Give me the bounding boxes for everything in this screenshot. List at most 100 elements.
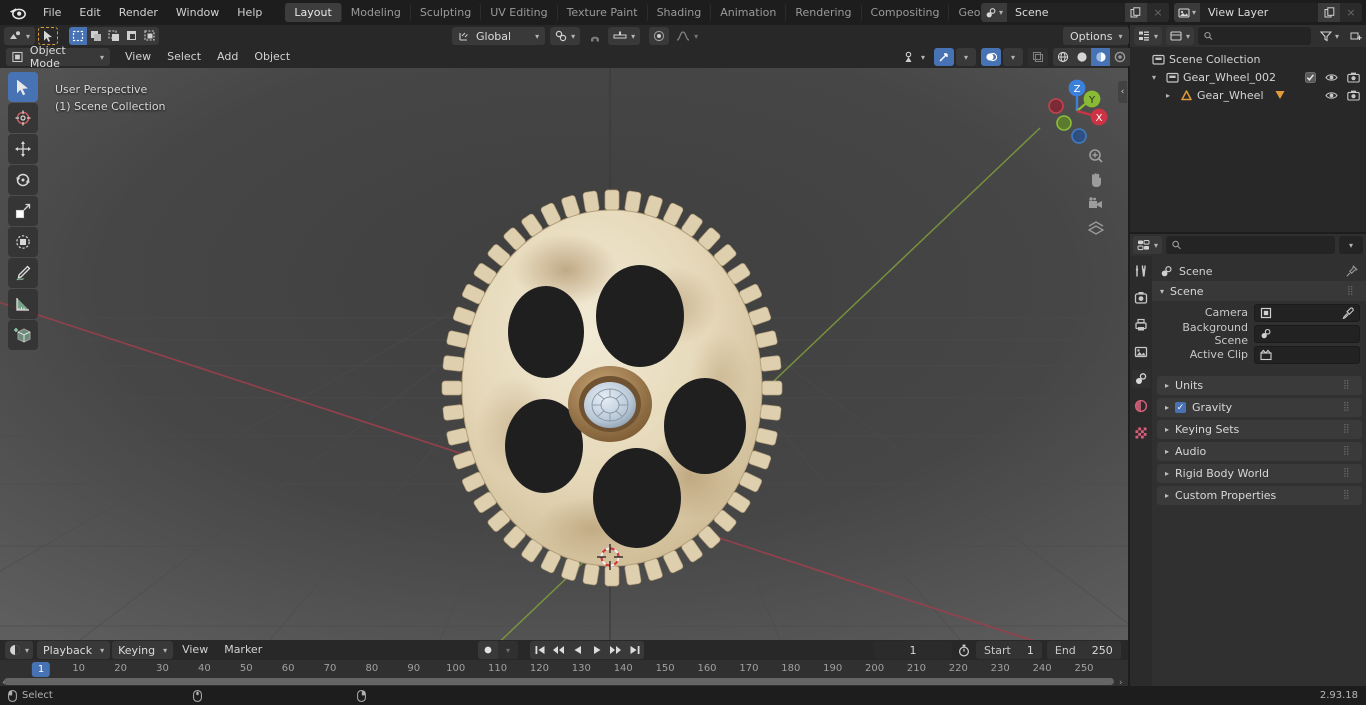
move-tool-button[interactable] bbox=[8, 134, 38, 164]
add-cube-tool-button[interactable] bbox=[8, 320, 38, 350]
outliner-row-gear_wheel_002[interactable]: ▾ Gear_Wheel_002 bbox=[1130, 68, 1366, 86]
next-keyframe-button[interactable] bbox=[606, 641, 625, 659]
viewport-menu-view[interactable]: View bbox=[118, 48, 158, 66]
properties-panel-keying-sets[interactable]: ▸ Keying Sets ⣿ bbox=[1157, 420, 1362, 439]
scene-icon[interactable]: ▾ bbox=[980, 3, 1007, 22]
prev-keyframe-button[interactable] bbox=[549, 641, 568, 659]
sidebar-collapse-arrow[interactable]: ‹ bbox=[1118, 81, 1127, 103]
workspace-tab-texture-paint[interactable]: Texture Paint bbox=[558, 3, 648, 22]
scene-id-block[interactable]: ▾ Scene × bbox=[980, 3, 1169, 22]
workspace-tab-uv-editing[interactable]: UV Editing bbox=[481, 3, 558, 22]
outliner-exclude-checkbox[interactable] bbox=[1305, 71, 1316, 83]
select-intersect-icon[interactable] bbox=[141, 27, 160, 45]
jump-to-start-button[interactable] bbox=[530, 641, 549, 659]
workspace-tab-sculpting[interactable]: Sculpting bbox=[411, 3, 482, 22]
cursor-tool-button[interactable] bbox=[8, 103, 38, 133]
proportional-edit-icon[interactable] bbox=[649, 27, 670, 45]
outliner-render-camera-icon[interactable] bbox=[1347, 72, 1360, 83]
tweak-tool-button[interactable] bbox=[8, 72, 38, 102]
jump-to-end-button[interactable] bbox=[625, 641, 644, 659]
outliner-search-input[interactable] bbox=[1198, 27, 1311, 45]
select-extend-icon[interactable] bbox=[87, 27, 106, 45]
scene-tab[interactable] bbox=[1132, 370, 1150, 388]
scene-field-background-scene-input[interactable] bbox=[1254, 324, 1360, 343]
workspace-tab-modeling[interactable]: Modeling bbox=[342, 3, 411, 22]
timeline-menu-playback[interactable]: Playback ▾ bbox=[37, 641, 111, 659]
viewport-menu-add[interactable]: Add bbox=[210, 48, 245, 66]
properties-search-input[interactable] bbox=[1166, 236, 1335, 254]
timeline-menu-keying[interactable]: Keying ▾ bbox=[112, 641, 174, 659]
outliner-render-camera-icon[interactable] bbox=[1347, 90, 1360, 101]
outliner-expander[interactable]: ▾ bbox=[1152, 73, 1164, 82]
shading-solid-icon[interactable] bbox=[1072, 48, 1092, 66]
editor-type-outliner-icon[interactable]: ▾ bbox=[1134, 27, 1163, 45]
outliner-visibility-eye-icon[interactable] bbox=[1325, 90, 1338, 101]
gizmo-toggle-icon[interactable] bbox=[934, 48, 955, 66]
frame-start-field[interactable]: Start 1 bbox=[976, 641, 1042, 659]
select-invert-icon[interactable] bbox=[123, 27, 142, 45]
outliner-filter-button[interactable]: ▾ bbox=[1317, 27, 1342, 45]
toggle-ortho-button[interactable] bbox=[1084, 216, 1106, 238]
shading-material-preview-icon[interactable] bbox=[1091, 48, 1111, 66]
proportional-falloff-button[interactable]: ▾ bbox=[672, 27, 702, 45]
playback-controls[interactable] bbox=[530, 641, 644, 659]
properties-panel-audio[interactable]: ▸ Audio ⣿ bbox=[1157, 442, 1362, 461]
xray-toggle-icon[interactable] bbox=[1028, 48, 1049, 66]
tweak-tool-button[interactable] bbox=[38, 27, 59, 45]
outliner-visibility-eye-icon[interactable] bbox=[1325, 72, 1338, 83]
properties-panel-gravity[interactable]: ▸ ✓ Gravity ⣿ bbox=[1157, 398, 1362, 417]
view-layer-tab[interactable] bbox=[1132, 343, 1150, 361]
shading-rendered-icon[interactable] bbox=[1110, 48, 1130, 66]
snap-toggle-icon[interactable] bbox=[585, 27, 605, 45]
new-scene-button[interactable] bbox=[1124, 3, 1147, 22]
auto-keying-icon[interactable] bbox=[478, 641, 498, 659]
workspace-tab-layout[interactable]: Layout bbox=[285, 3, 342, 22]
timeline-menu-view[interactable]: View bbox=[175, 641, 215, 659]
topbar-menu-edit[interactable]: Edit bbox=[70, 4, 109, 21]
frame-end-field[interactable]: End 250 bbox=[1046, 641, 1121, 659]
pan-button[interactable] bbox=[1084, 168, 1106, 190]
workspace-tab-shading[interactable]: Shading bbox=[648, 3, 712, 22]
rotate-tool-button[interactable] bbox=[8, 165, 38, 195]
scene-panel-header[interactable]: ▾ Scene ⣿ bbox=[1152, 281, 1366, 301]
transform-orientation-button[interactable]: Global ▾ bbox=[452, 27, 546, 45]
properties-filter-dropdown[interactable]: ▾ bbox=[1339, 236, 1363, 254]
object-mode-selector[interactable]: Object Mode ▾ bbox=[6, 44, 110, 70]
unlink-scene-button[interactable]: × bbox=[1146, 3, 1169, 22]
object-type-visibility-icon[interactable]: ▾ bbox=[900, 48, 929, 66]
annotate-tool-button[interactable] bbox=[8, 258, 38, 288]
editor-type-properties-icon[interactable]: ▾ bbox=[1133, 236, 1163, 254]
outliner-row-gear_wheel[interactable]: ▸ Gear_Wheel bbox=[1130, 86, 1366, 104]
viewlayer-id-block[interactable]: ▾ View Layer × bbox=[1173, 3, 1362, 22]
topbar-menu-render[interactable]: Render bbox=[110, 4, 167, 21]
output-tab[interactable] bbox=[1132, 316, 1150, 334]
workspace-tab-rendering[interactable]: Rendering bbox=[786, 3, 862, 22]
scale-tool-button[interactable] bbox=[8, 196, 38, 226]
viewlayer-icon[interactable]: ▾ bbox=[1173, 3, 1200, 22]
editor-type-timeline-icon[interactable]: ▾ bbox=[5, 641, 34, 659]
gravity-checkbox[interactable]: ✓ bbox=[1175, 402, 1187, 413]
scene-field-camera-input[interactable] bbox=[1254, 303, 1360, 322]
new-viewlayer-button[interactable] bbox=[1318, 3, 1340, 22]
viewport-menu-select[interactable]: Select bbox=[160, 48, 208, 66]
topbar-menu-window[interactable]: Window bbox=[167, 4, 228, 21]
viewport-options-button[interactable]: Options ▾ bbox=[1063, 27, 1130, 45]
topbar-menu-help[interactable]: Help bbox=[228, 4, 271, 21]
navigation-gizmo[interactable]: Z Y X bbox=[1039, 73, 1115, 149]
play-reverse-button[interactable] bbox=[568, 641, 587, 659]
snap-mode-button[interactable]: ▾ bbox=[608, 27, 641, 45]
transform-tool-button[interactable] bbox=[8, 227, 38, 257]
shading-wireframe-icon[interactable] bbox=[1053, 48, 1073, 66]
outliner-new-collection-button[interactable] bbox=[1346, 27, 1366, 45]
3d-viewport[interactable]: User Perspective (1) Scene Collection Z … bbox=[0, 68, 1128, 640]
outliner-display-mode-button[interactable]: ▾ bbox=[1166, 27, 1195, 45]
pin-icon[interactable] bbox=[1345, 264, 1358, 278]
timeline-menu-marker[interactable]: Marker bbox=[217, 641, 269, 659]
snap-target-button[interactable]: ▾ bbox=[550, 27, 581, 45]
workspace-tab-animation[interactable]: Animation bbox=[711, 3, 787, 22]
properties-panel-units[interactable]: ▸ Units ⣿ bbox=[1157, 376, 1362, 395]
outliner-row-scene-collection[interactable]: Scene Collection bbox=[1130, 50, 1366, 68]
workspace-tab-compositing[interactable]: Compositing bbox=[862, 3, 950, 22]
measure-tool-button[interactable] bbox=[8, 289, 38, 319]
render-tab[interactable] bbox=[1132, 289, 1150, 307]
